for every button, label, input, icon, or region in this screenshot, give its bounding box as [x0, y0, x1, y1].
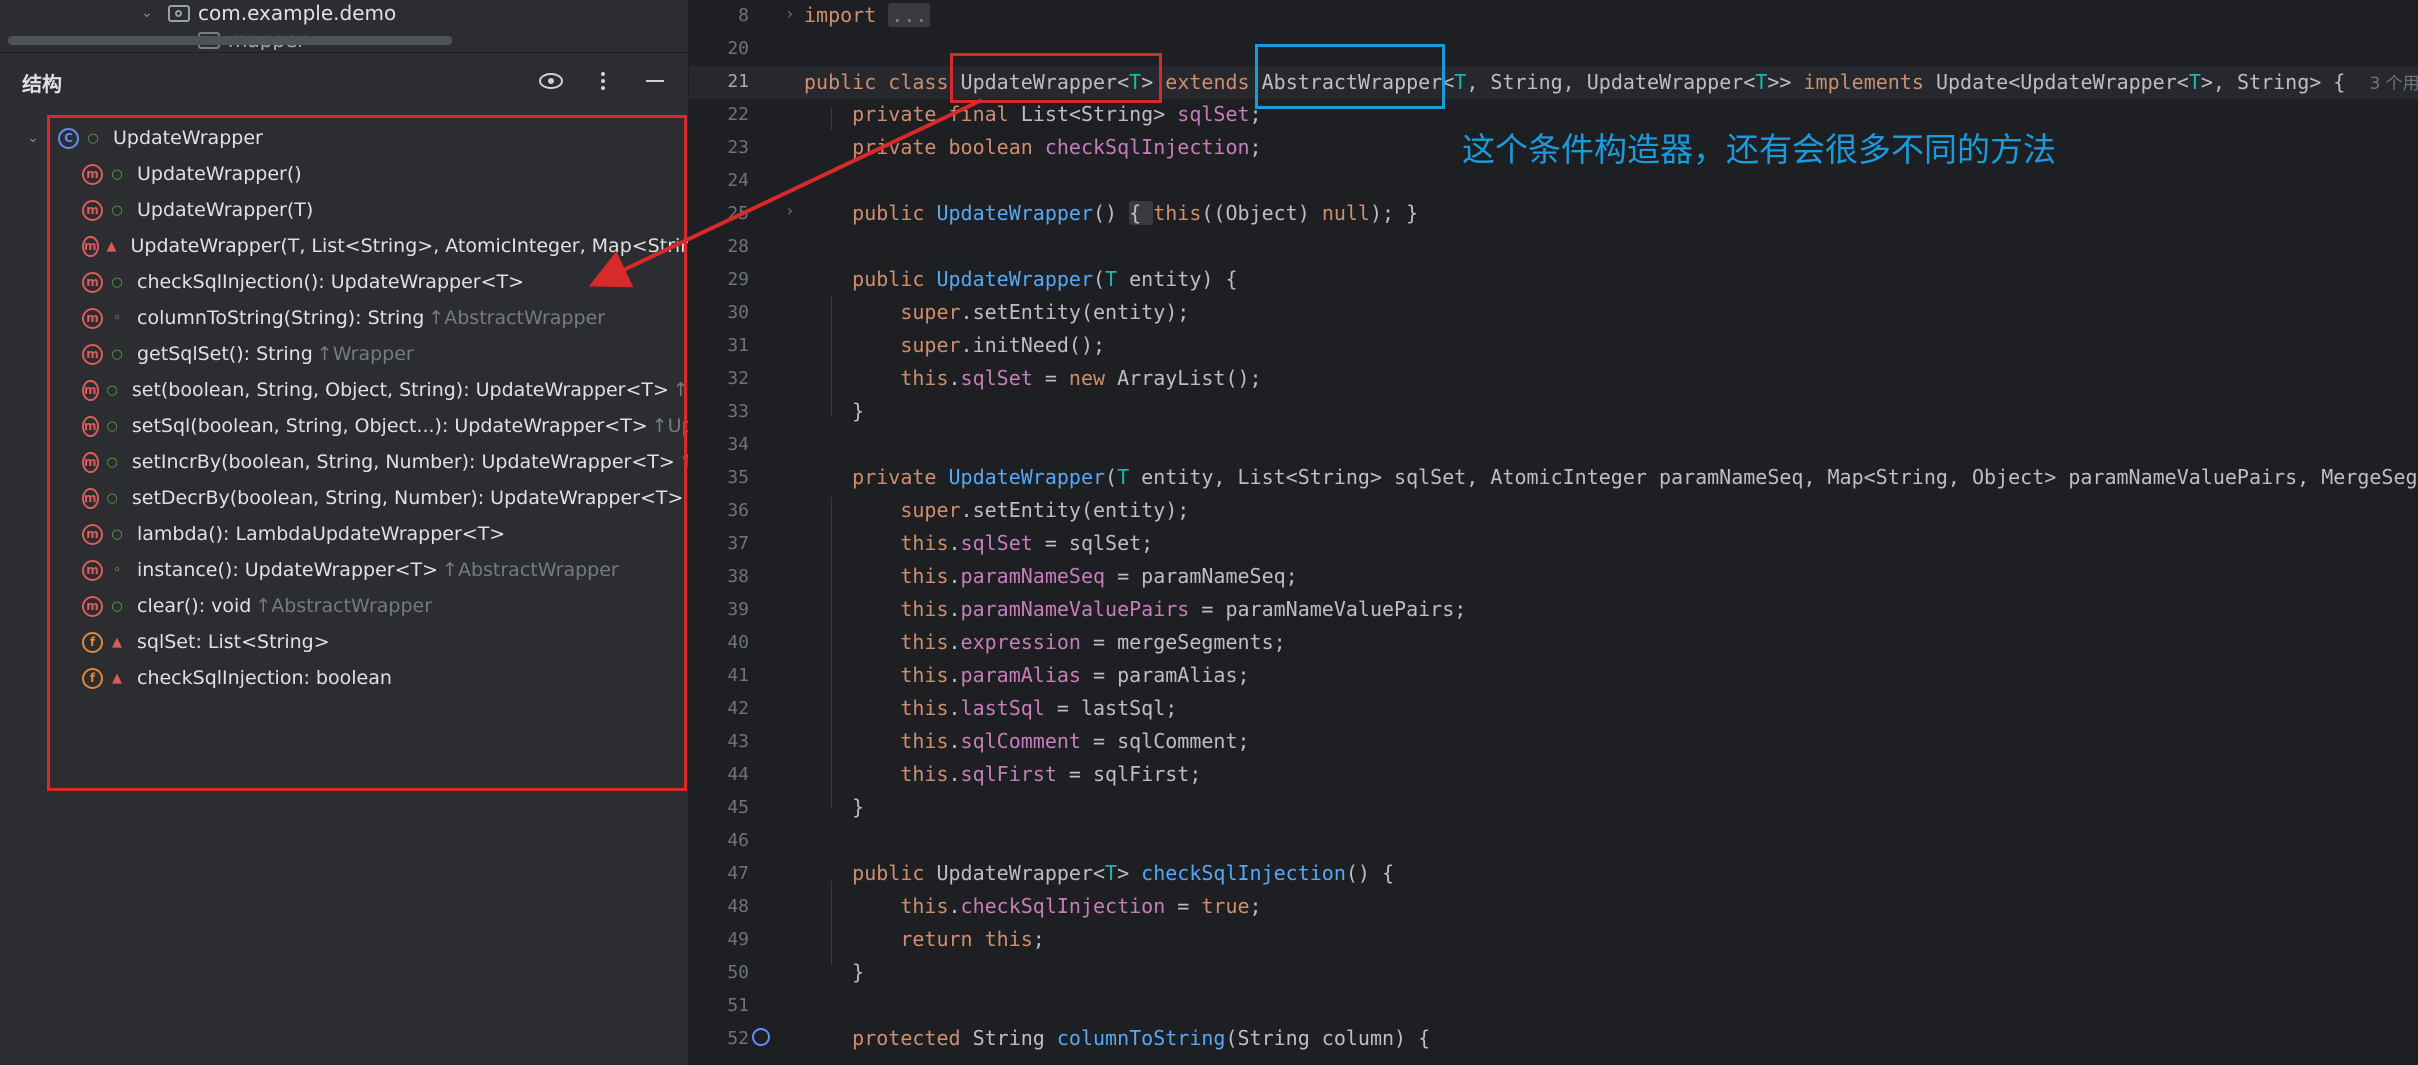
code-line-38: this.paramNameSeq = paramNameSeq; — [804, 564, 1298, 588]
code-line-52: protected String columnToString(String c… — [804, 1026, 1431, 1050]
divider — [0, 52, 688, 53]
line-number: 51 — [727, 995, 749, 1016]
line-number: 24 — [727, 170, 749, 191]
code-line-40: this.expression = mergeSegments; — [804, 630, 1286, 654]
override-gutter-icon[interactable] — [752, 1028, 770, 1046]
code-line-8: import ... — [804, 3, 931, 27]
code-line-29: public UpdateWrapper(T entity) { — [804, 267, 1238, 291]
line-number: 52 — [727, 1028, 749, 1049]
panel-title: 结构 — [22, 72, 62, 96]
highlight-box-structure — [47, 115, 687, 791]
line-number: 30 — [727, 302, 749, 323]
panel-toolbar — [536, 66, 670, 96]
code-line-43: this.sqlComment = sqlComment; — [804, 729, 1250, 753]
line-number: 22 — [727, 104, 749, 125]
line-number: 35 — [727, 467, 749, 488]
line-number: 29 — [727, 269, 749, 290]
code-line-35: private UpdateWrapper(T entity, List<Str… — [804, 465, 2418, 489]
line-number: 23 — [727, 137, 749, 158]
line-number: 46 — [727, 830, 749, 851]
line-number: 37 — [727, 533, 749, 554]
more-options-icon[interactable] — [588, 66, 618, 96]
chevron-down-icon[interactable]: ⌄ — [26, 130, 40, 146]
code-line-22: private final List<String> sqlSet; — [804, 102, 1262, 126]
code-line-31: super.initNeed(); — [804, 333, 1106, 357]
usages-inlay-hint[interactable]: 3 个用法 — [2369, 74, 2418, 94]
eye-icon[interactable] — [536, 66, 566, 96]
annotation-text: 这个条件构造器，还有会很多不同的方法 — [1462, 130, 2056, 169]
package-icon — [168, 4, 190, 22]
package-label: com.example.demo — [198, 1, 397, 25]
fold-chevron-icon[interactable]: › — [785, 4, 795, 23]
horizontal-scrollbar[interactable] — [8, 36, 452, 45]
code-line-32: this.sqlSet = new ArrayList(); — [804, 366, 1262, 390]
line-number: 47 — [727, 863, 749, 884]
line-number: 40 — [727, 632, 749, 653]
line-number: 33 — [727, 401, 749, 422]
code-line-23: private boolean checkSqlInjection; — [804, 135, 1262, 159]
line-number: 34 — [727, 434, 749, 455]
line-number: 8 — [738, 5, 749, 26]
line-number: 49 — [727, 929, 749, 950]
code-line-41: this.paramAlias = paramAlias; — [804, 663, 1250, 687]
line-number: 48 — [727, 896, 749, 917]
line-number: 45 — [727, 797, 749, 818]
line-number: 36 — [727, 500, 749, 521]
folded-imports[interactable]: ... — [888, 3, 931, 27]
code-line-37: this.sqlSet = sqlSet; — [804, 531, 1154, 555]
fold-chevron-icon[interactable]: › — [785, 201, 795, 220]
line-number: 42 — [727, 698, 749, 719]
code-line-50: } — [804, 960, 865, 984]
code-line-36: super.setEntity(entity); — [804, 498, 1190, 522]
line-number: 39 — [727, 599, 749, 620]
code-line-45: } — [804, 795, 865, 819]
code-line-47: public UpdateWrapper<T> checkSqlInjectio… — [804, 861, 1395, 885]
minimize-icon[interactable] — [640, 66, 670, 96]
line-number: 21 — [727, 71, 749, 92]
line-number: 20 — [727, 38, 749, 59]
line-number: 38 — [727, 566, 749, 587]
line-number: 44 — [727, 764, 749, 785]
line-number: 50 — [727, 962, 749, 983]
line-number: 41 — [727, 665, 749, 686]
code-line-33: } — [804, 399, 865, 423]
line-number: 43 — [727, 731, 749, 752]
project-node-package[interactable]: ⌄ com.example.demo — [140, 0, 396, 26]
code-line-44: this.sqlFirst = sqlFirst; — [804, 762, 1202, 786]
code-line-49: return this; — [804, 927, 1045, 951]
highlight-box-classname — [950, 53, 1162, 103]
line-number: 28 — [727, 236, 749, 257]
structure-tool-window: ⌄ com.example.demo › mapper 结构 ⌄ C ○ Upd… — [0, 0, 688, 1065]
code-line-25: public UpdateWrapper() { this((Object) n… — [804, 201, 1419, 225]
highlight-box-superclass — [1255, 44, 1445, 109]
line-number: 25 — [727, 203, 749, 224]
chevron-down-icon[interactable]: ⌄ — [140, 5, 154, 21]
line-number: 31 — [727, 335, 749, 356]
code-line-42: this.lastSql = lastSql; — [804, 696, 1178, 720]
code-line-39: this.paramNameValuePairs = paramNameValu… — [804, 597, 1467, 621]
code-line-30: super.setEntity(entity); — [804, 300, 1190, 324]
code-line-48: this.checkSqlInjection = true; — [804, 894, 1262, 918]
project-tree-snippet: ⌄ com.example.demo › mapper — [0, 0, 688, 52]
line-number: 32 — [727, 368, 749, 389]
